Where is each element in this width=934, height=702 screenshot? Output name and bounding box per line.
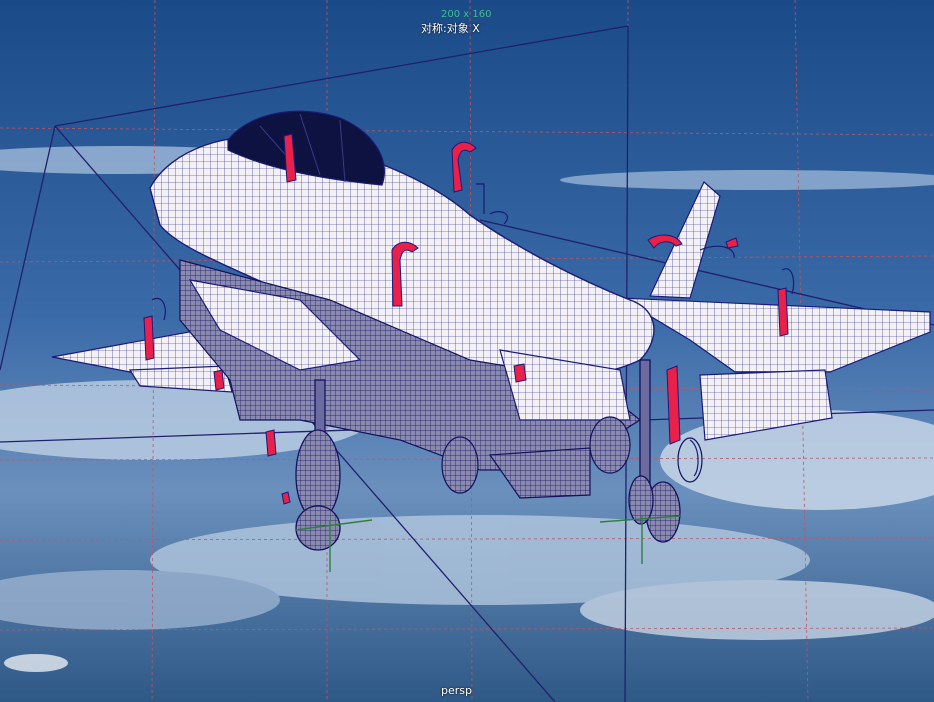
resolution-gate-label: 200 x 160 [441,9,492,20]
viewport-scene[interactable] [0,0,934,702]
maya-persp-viewport[interactable]: 200 x 160 对称:对象 X persp [0,0,934,702]
symmetry-status-label: 对称:对象 X [421,22,480,35]
camera-name-label: persp [441,684,472,697]
